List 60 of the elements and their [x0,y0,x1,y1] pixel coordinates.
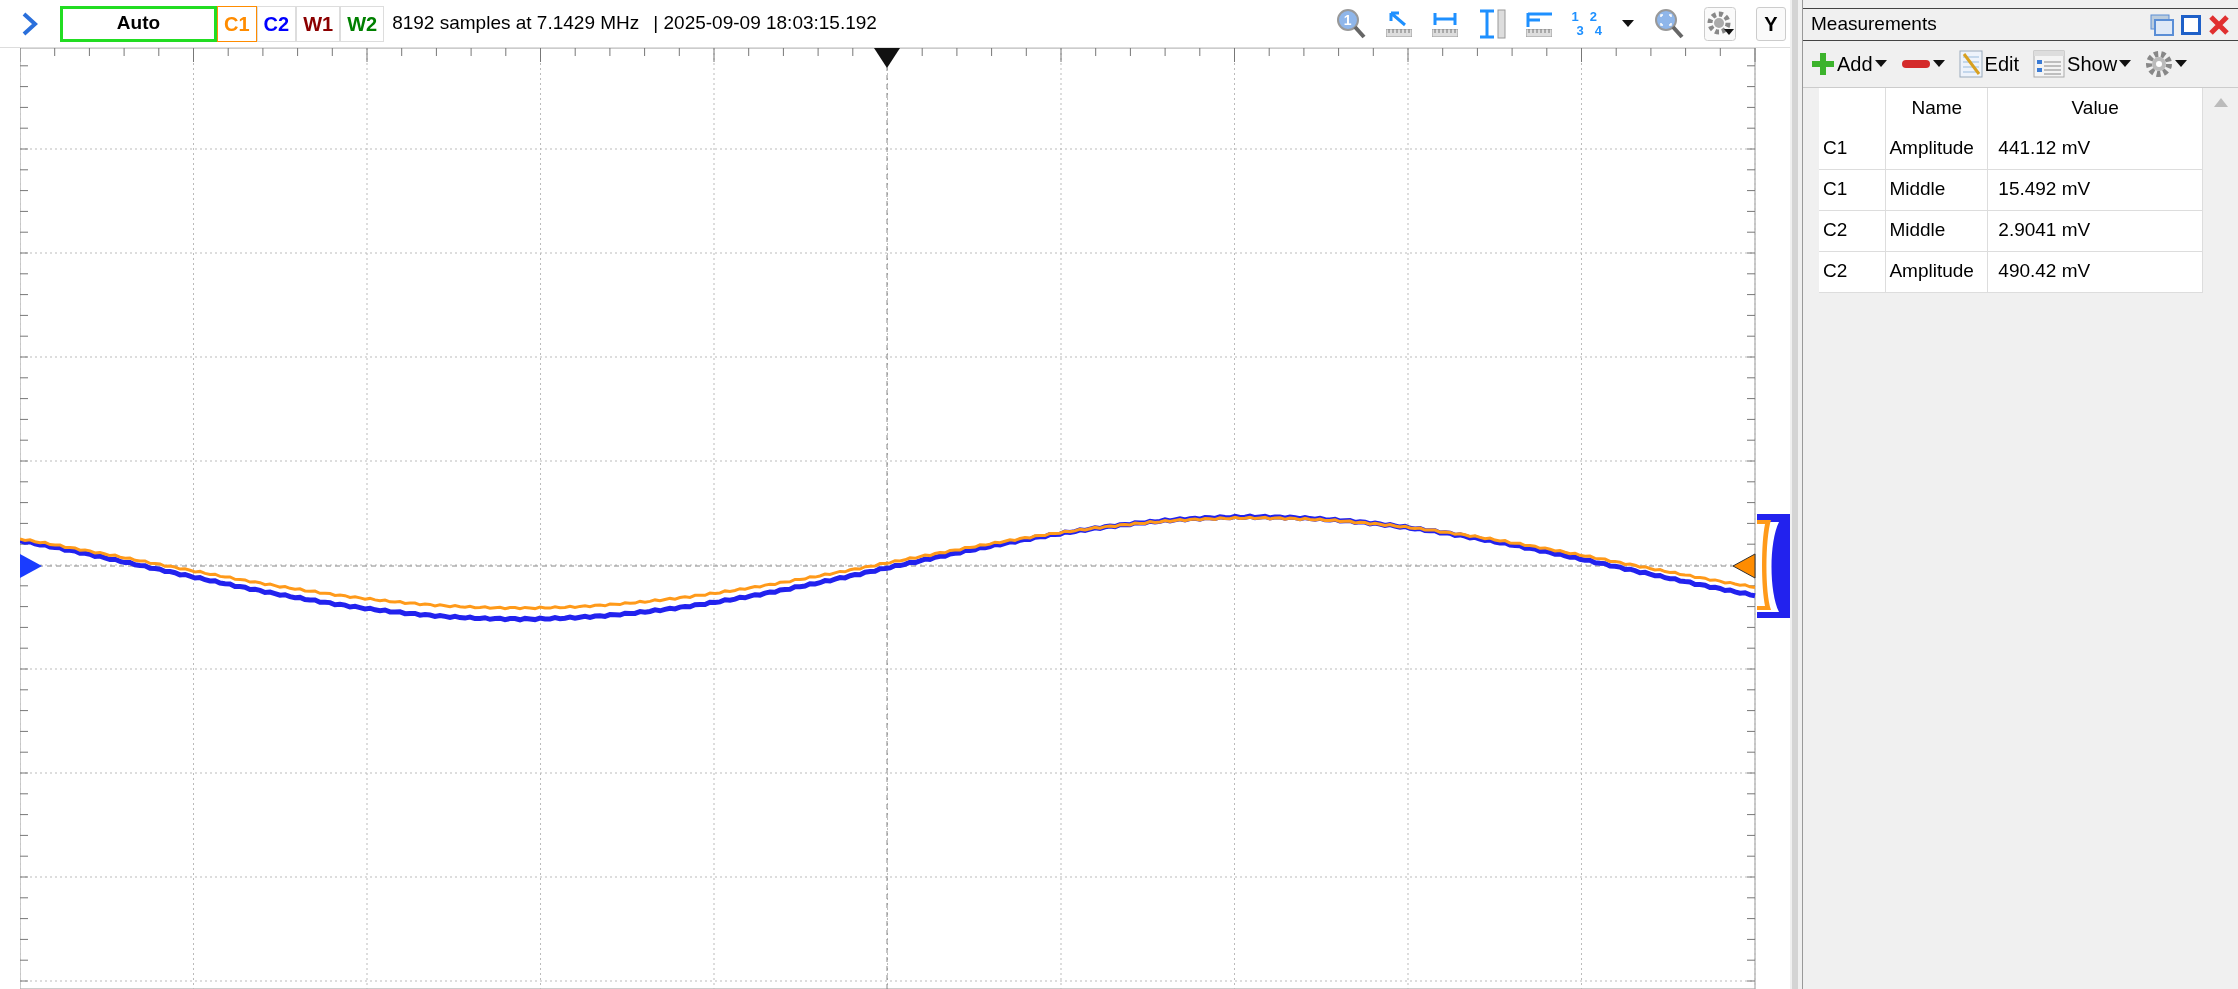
y-axis-button[interactable]: Y [1756,6,1786,41]
panel-title: Measurements [1811,12,1938,37]
caret-icon [1932,60,1945,68]
layout-digit: 1 [1571,9,1580,24]
float-window-icon[interactable] [2150,13,2174,36]
value-cell: 441.12 mV [1987,128,2203,169]
settings-button[interactable] [1704,6,1736,41]
value-cell: 15.492 mV [1987,169,2203,210]
cursor-measure-button[interactable] [1385,10,1412,37]
channel-button[interactable]: W1 [296,5,341,42]
trigger-mode-button[interactable]: Auto [60,5,217,42]
ruler-icon [1525,28,1552,37]
layout-digit: 4 [1594,23,1602,38]
maximize-icon[interactable] [2180,13,2202,36]
name-cell: Middle [1885,169,1988,210]
list-window-icon [2033,50,2066,78]
column-header[interactable]: Value [1987,88,2203,128]
channel-cell: C2 [1819,210,1886,251]
caret-icon [1874,60,1887,68]
arrow-icon [1388,10,1409,27]
level-measure-button[interactable] [1525,10,1552,37]
name-cell: Amplitude [1885,251,1988,292]
level-lines-icon [1525,10,1552,27]
caret-icon [2175,60,2188,68]
caret-icon [1622,19,1634,28]
value-cell: 2.9041 mV [1987,210,2203,251]
horizontal-bracket-icon [1432,10,1457,27]
chevron-icon[interactable] [22,11,38,36]
gear-icon [2145,50,2174,78]
channel-offset-marker[interactable] [20,554,42,578]
channel-cell: C1 [1819,128,1886,169]
close-icon[interactable] [2208,13,2230,36]
settings-button[interactable] [2145,50,2188,78]
value-cell: 490.42 mV [1987,251,2203,292]
ruler-icon [1431,28,1458,37]
plus-icon [1811,52,1835,76]
horizontal-measure-button[interactable] [1431,10,1458,37]
show-button[interactable]: Show [2033,49,2132,79]
zoom-fit-button[interactable] [1654,7,1684,40]
vertical-measure-button[interactable] [1477,8,1506,39]
name-cell: Amplitude [1885,128,1988,169]
zoom-level-label: 1 [1342,10,1353,30]
add-button[interactable]: Add [1811,49,1887,79]
notepad-pencil-icon [1958,50,1983,78]
channel-cell: C1 [1819,169,1886,210]
magnifier-icon [1335,7,1366,40]
caret-icon [2119,60,2132,68]
channel-button[interactable]: W2 [340,5,385,42]
name-cell: Middle [1885,210,1988,251]
column-header[interactable]: Name [1885,88,1988,128]
edit-button[interactable]: Edit [1958,49,2020,79]
remove-button[interactable] [1900,58,1945,70]
timestamp: | 2025-09-09 18:03:15.192 [653,11,877,36]
channel-cell: C2 [1819,251,1886,292]
layout-digit: 3 [1576,23,1584,38]
minus-icon [1900,58,1931,70]
layout-digit: 2 [1589,9,1598,24]
ruler-icon [1385,28,1412,37]
channel-button[interactable]: C2 [256,5,297,42]
sample-info: 8192 samples at 7.1429 MHz [392,11,640,36]
